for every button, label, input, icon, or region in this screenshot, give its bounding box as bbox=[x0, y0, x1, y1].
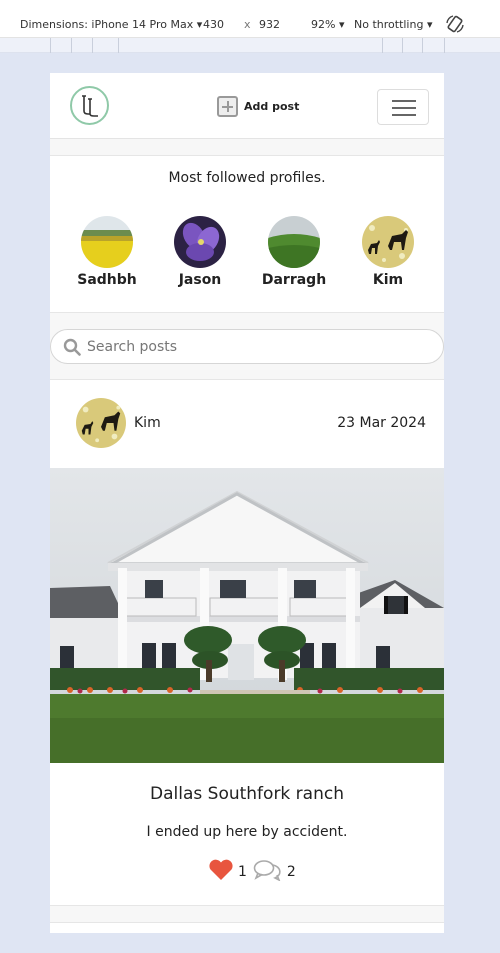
devtools-top-strip bbox=[0, 0, 500, 8]
post-author-name[interactable]: Kim bbox=[134, 415, 161, 431]
comments-count: 2 bbox=[286, 864, 296, 880]
profile-sadhbh[interactable]: Sadhbh bbox=[67, 216, 147, 288]
zoom-selector[interactable]: 92% ▾ bbox=[311, 18, 344, 31]
logo-icon[interactable] bbox=[70, 86, 109, 125]
post-title[interactable]: Dallas Southfork ranch bbox=[50, 784, 444, 804]
profile-avatar bbox=[268, 216, 320, 268]
height-input[interactable]: 932 bbox=[259, 18, 280, 31]
add-post-button[interactable]: Add post bbox=[217, 95, 299, 117]
throttling-label: No throttling bbox=[354, 18, 424, 31]
post-author-avatar[interactable] bbox=[76, 398, 126, 448]
most-followed-profiles: Most followed profiles. Sadhbh Jason Dar… bbox=[50, 155, 444, 313]
menu-toggle-button[interactable] bbox=[377, 89, 429, 125]
post-stats: 1 2 bbox=[208, 859, 302, 885]
profile-name: Kim bbox=[372, 272, 404, 288]
post-date: 23 Mar 2024 bbox=[337, 415, 426, 431]
profile-kim[interactable]: Kim bbox=[348, 216, 428, 288]
search-bar[interactable] bbox=[50, 329, 444, 364]
add-post-icon bbox=[217, 95, 238, 117]
heart-icon[interactable] bbox=[208, 859, 234, 885]
profile-jason[interactable]: Jason bbox=[160, 216, 240, 288]
profile-avatar bbox=[81, 216, 133, 268]
search-input[interactable] bbox=[87, 336, 427, 358]
device-selector[interactable]: Dimensions: iPhone 14 Pro Max ▾ bbox=[20, 18, 202, 31]
zoom-label: 92% bbox=[311, 18, 336, 31]
add-post-label: Add post bbox=[244, 99, 300, 113]
profile-avatar bbox=[362, 216, 414, 268]
devtools-toolbar: Dimensions: iPhone 14 Pro Max ▾ 430 x 93… bbox=[0, 8, 500, 38]
width-input[interactable]: 430 bbox=[203, 18, 224, 31]
profiles-title: Most followed profiles. bbox=[168, 170, 326, 186]
post-caption: I ended up here by accident. bbox=[146, 824, 348, 840]
post-card: Kim 23 Mar 2024 Dallas Southfork ranch I… bbox=[50, 379, 444, 906]
profile-name: Jason bbox=[178, 272, 222, 288]
profile-avatar bbox=[174, 216, 226, 268]
rotate-icon[interactable] bbox=[445, 14, 465, 34]
devtools-ruler bbox=[0, 38, 500, 53]
likes-count: 1 bbox=[238, 864, 247, 880]
post-image[interactable] bbox=[50, 468, 444, 763]
profile-name: Darragh bbox=[261, 272, 327, 288]
throttling-selector[interactable]: No throttling ▾ bbox=[354, 18, 432, 31]
dimension-separator: x bbox=[244, 18, 251, 31]
profile-darragh[interactable]: Darragh bbox=[254, 216, 334, 288]
device-label: Dimensions: iPhone 14 Pro Max bbox=[20, 18, 194, 31]
next-post-card bbox=[50, 922, 444, 933]
profile-name: Sadhbh bbox=[77, 272, 137, 288]
search-icon bbox=[63, 338, 81, 360]
comments-icon[interactable] bbox=[253, 859, 283, 885]
app-viewport: Add post Most followed profiles. Sadhbh bbox=[50, 73, 444, 933]
navbar: Add post bbox=[50, 73, 444, 139]
